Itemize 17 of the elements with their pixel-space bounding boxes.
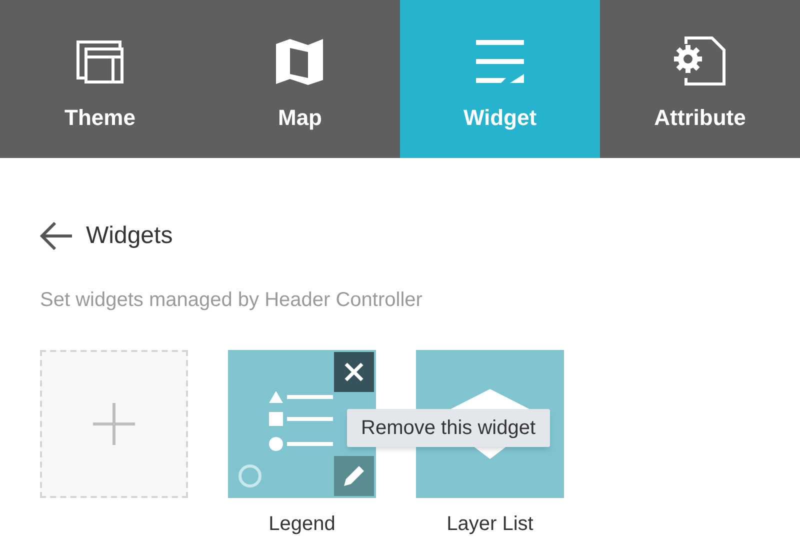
- nav-tab[interactable]: Map: [200, 0, 400, 158]
- pencil-icon: [342, 464, 366, 488]
- circle-icon: [238, 464, 262, 488]
- tooltip: Remove this widget: [347, 409, 550, 447]
- panel-description: Set widgets managed by Header Controller: [40, 288, 424, 312]
- close-button[interactable]: [334, 352, 374, 392]
- panel-title: Widgets: [86, 222, 173, 250]
- plus-icon: [93, 403, 135, 445]
- nav-tab[interactable]: Theme: [0, 0, 200, 158]
- map-icon: [274, 36, 326, 88]
- widget-label: Legend: [268, 512, 336, 536]
- widget-label: Layer List: [446, 512, 534, 536]
- edit-button[interactable]: [334, 456, 374, 496]
- back-button[interactable]: [40, 220, 72, 252]
- nav-tab[interactable]: Attribute: [600, 0, 800, 158]
- gear-document-icon: [674, 36, 726, 88]
- close-icon: [344, 362, 364, 382]
